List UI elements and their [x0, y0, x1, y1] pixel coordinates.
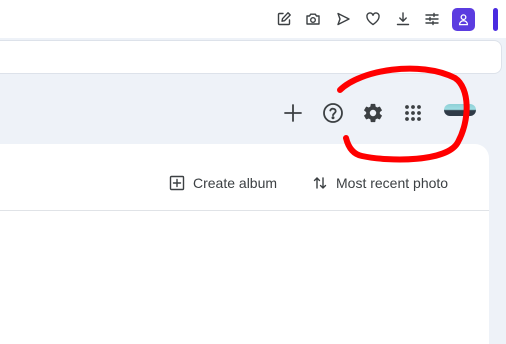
apps-grid-icon[interactable] — [400, 100, 426, 126]
browser-toolbar — [0, 0, 506, 38]
add-icon[interactable] — [280, 100, 306, 126]
person-icon — [458, 14, 469, 26]
heart-icon[interactable] — [363, 9, 383, 29]
panel-toolbar: Create album Most recent photo — [0, 144, 489, 211]
extension-bar-field[interactable] — [0, 40, 502, 74]
download-icon[interactable] — [393, 9, 413, 29]
profile-button[interactable] — [452, 8, 475, 31]
send-icon[interactable] — [333, 9, 353, 29]
app-header — [0, 84, 506, 144]
sort-button[interactable]: Most recent photo — [312, 173, 448, 193]
sort-label: Most recent photo — [336, 175, 449, 191]
create-album-button[interactable]: Create album — [169, 173, 277, 193]
avatar[interactable] — [444, 104, 476, 116]
settings-icon[interactable] — [360, 100, 386, 126]
camera-icon[interactable] — [303, 9, 323, 29]
help-icon[interactable] — [320, 100, 346, 126]
create-album-label: Create album — [193, 175, 278, 191]
add-box-icon — [169, 175, 185, 191]
edit-icon[interactable] — [274, 9, 294, 29]
extension-bar — [0, 38, 506, 82]
swap-vert-icon — [313, 177, 327, 189]
side-panel-indicator[interactable] — [493, 8, 498, 31]
main-panel: Create album Most recent photo — [0, 144, 489, 344]
tune-icon[interactable] — [422, 9, 442, 29]
page: Create album Most recent photo — [0, 0, 506, 344]
